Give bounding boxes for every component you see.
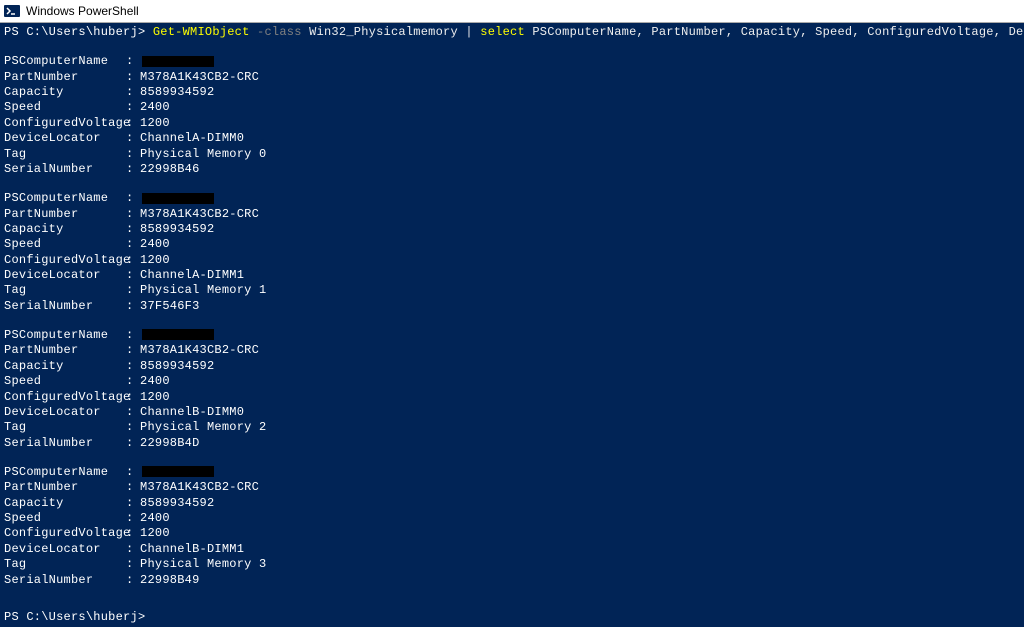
field-value: 1200 [140, 526, 170, 540]
field-label: ConfiguredVoltage [4, 526, 126, 541]
field-label: PSComputerName [4, 191, 126, 206]
field-label: DeviceLocator [4, 405, 126, 420]
field-value: ChannelA-DIMM1 [140, 268, 244, 282]
memory-record: PSComputerName: PartNumber:M378A1K43CB2-… [4, 191, 1020, 314]
field-label: PSComputerName [4, 54, 126, 69]
classname: Win32_Physicalmemory [309, 25, 465, 39]
field-label: PartNumber [4, 343, 126, 358]
memory-record: PSComputerName: PartNumber:M378A1K43CB2-… [4, 54, 1020, 177]
field-value: ChannelB-DIMM1 [140, 542, 244, 556]
field-value: Physical Memory 0 [140, 147, 267, 161]
field-label: Capacity [4, 222, 126, 237]
field-label: Speed [4, 511, 126, 526]
field-value: M378A1K43CB2-CRC [140, 207, 259, 221]
field-label: Tag [4, 283, 126, 298]
field-value: M378A1K43CB2-CRC [140, 343, 259, 357]
field-label: Speed [4, 100, 126, 115]
field-value: ChannelA-DIMM0 [140, 131, 244, 145]
field-label: SerialNumber [4, 436, 126, 451]
field-label: Speed [4, 374, 126, 389]
field-label: PSComputerName [4, 465, 126, 480]
redacted-value [142, 466, 214, 477]
field-label: Capacity [4, 85, 126, 100]
field-value: 2400 [140, 237, 170, 251]
field-label: ConfiguredVoltage [4, 116, 126, 131]
field-label: ConfiguredVoltage [4, 253, 126, 268]
field-label: SerialNumber [4, 573, 126, 588]
field-value: 8589934592 [140, 359, 214, 373]
prompt: PS C:\Users\huberj> [4, 610, 145, 624]
redacted-value [142, 329, 214, 340]
field-label: DeviceLocator [4, 542, 126, 557]
field-value: 1200 [140, 116, 170, 130]
param-flag: -class [250, 25, 310, 39]
field-label: SerialNumber [4, 299, 126, 314]
field-label: Capacity [4, 359, 126, 374]
field-value: ChannelB-DIMM0 [140, 405, 244, 419]
field-label: DeviceLocator [4, 268, 126, 283]
field-label: PSComputerName [4, 328, 126, 343]
field-label: Tag [4, 557, 126, 572]
redacted-value [142, 56, 214, 67]
field-value: 2400 [140, 511, 170, 525]
terminal-output[interactable]: PS C:\Users\huberj> Get-WMIObject -class… [0, 23, 1024, 627]
cmdlet-name: Get-WMIObject [153, 25, 250, 39]
field-value: 22998B46 [140, 162, 200, 176]
prompt: PS C:\Users\huberj> [4, 25, 153, 39]
field-label: Capacity [4, 496, 126, 511]
redacted-value [142, 193, 214, 204]
window-title: Windows PowerShell [26, 4, 139, 18]
field-value: 37F546F3 [140, 299, 200, 313]
field-label: SerialNumber [4, 162, 126, 177]
field-label: PartNumber [4, 480, 126, 495]
field-label: Speed [4, 237, 126, 252]
field-value: Physical Memory 1 [140, 283, 267, 297]
prompt-line[interactable]: PS C:\Users\huberj> [4, 610, 1020, 625]
field-value: 22998B49 [140, 573, 200, 587]
field-value: 2400 [140, 100, 170, 114]
field-label: Tag [4, 420, 126, 435]
field-label: PartNumber [4, 207, 126, 222]
powershell-icon [4, 3, 20, 19]
field-value: 1200 [140, 390, 170, 404]
window-titlebar[interactable]: Windows PowerShell [0, 0, 1024, 23]
field-value: Physical Memory 2 [140, 420, 267, 434]
field-value: M378A1K43CB2-CRC [140, 70, 259, 84]
field-value: 8589934592 [140, 496, 214, 510]
field-label: DeviceLocator [4, 131, 126, 146]
field-value: 8589934592 [140, 85, 214, 99]
field-label: Tag [4, 147, 126, 162]
pipe: | [465, 25, 480, 39]
field-value: 1200 [140, 253, 170, 267]
field-label: PartNumber [4, 70, 126, 85]
memory-record: PSComputerName: PartNumber:M378A1K43CB2-… [4, 465, 1020, 588]
select-fields: PSComputerName, PartNumber, Capacity, Sp… [532, 25, 1024, 39]
field-value: 22998B4D [140, 436, 200, 450]
memory-record: PSComputerName: PartNumber:M378A1K43CB2-… [4, 328, 1020, 451]
field-label: ConfiguredVoltage [4, 390, 126, 405]
field-value: 2400 [140, 374, 170, 388]
command-line: PS C:\Users\huberj> Get-WMIObject -class… [4, 25, 1020, 40]
field-value: M378A1K43CB2-CRC [140, 480, 259, 494]
select-cmd: select [480, 25, 532, 39]
field-value: 8589934592 [140, 222, 214, 236]
field-value: Physical Memory 3 [140, 557, 267, 571]
